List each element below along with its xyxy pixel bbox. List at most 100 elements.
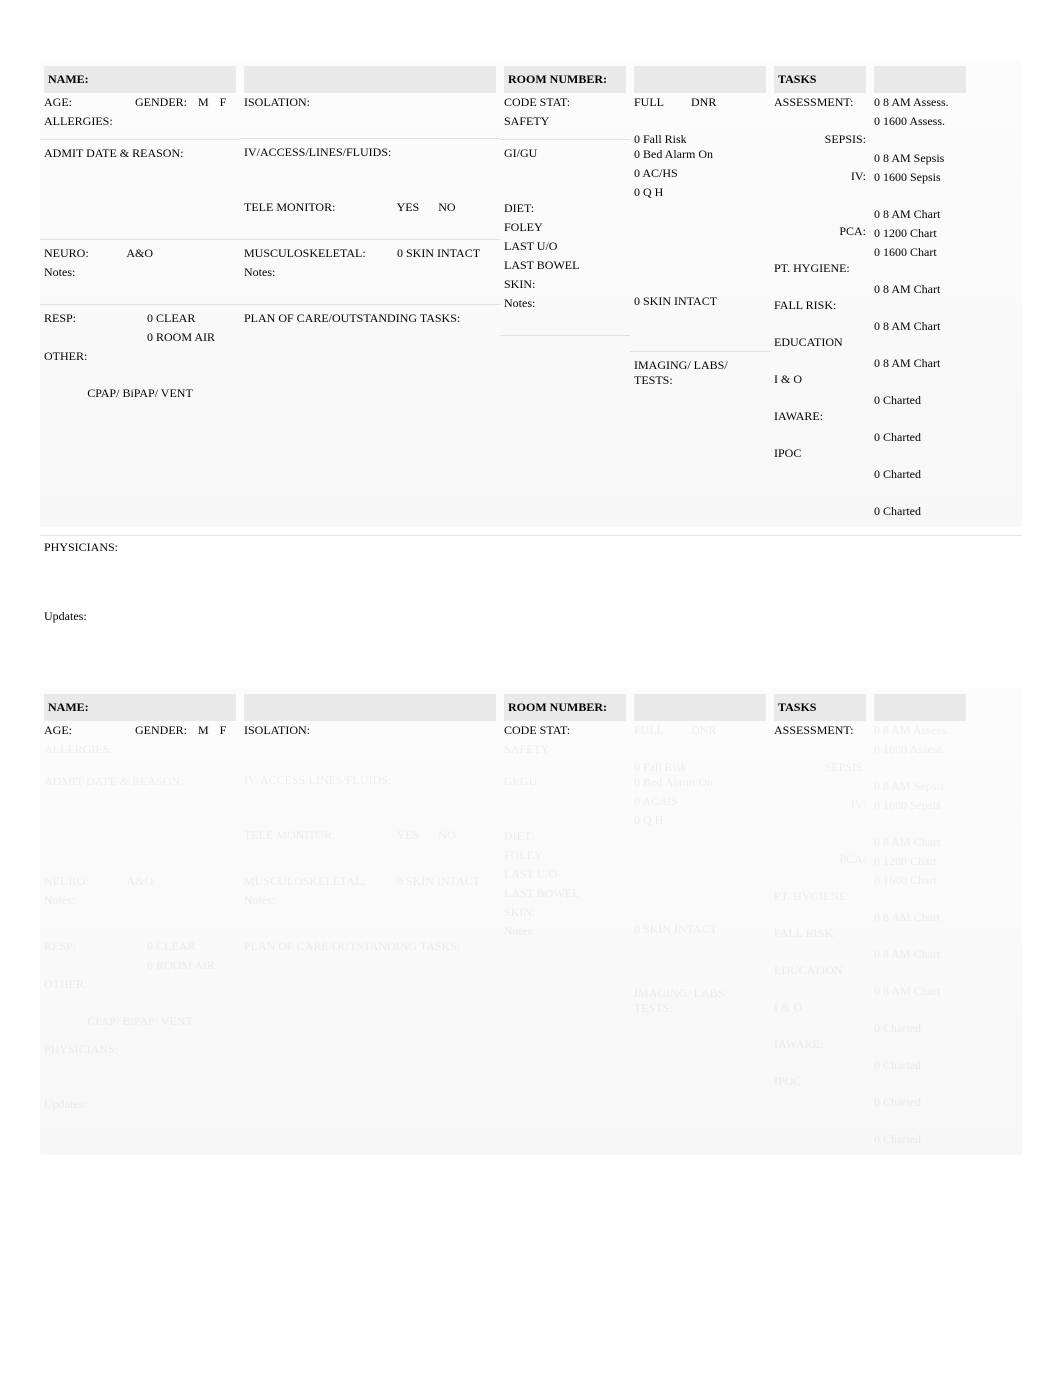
resp-clear-option[interactable]: 0 CLEAR [147, 311, 195, 325]
iv-task-label-2: IV: [774, 795, 866, 814]
admit-label: ADMIT DATE & REASON: [44, 144, 236, 163]
pca-8am[interactable]: 0 8 AM Chart [874, 280, 966, 299]
iv-1600[interactable]: 0 1600 Chart [874, 243, 966, 262]
ipoc-label: IPOC [774, 444, 866, 463]
neuro-value: A&O [126, 246, 153, 260]
pca-label-2: PCA: [774, 850, 866, 869]
admit-label-2: ADMIT DATE & REASON: [44, 772, 236, 791]
qh-option[interactable]: 0 Q H [634, 183, 766, 202]
safety-label: SAFETY [504, 112, 626, 131]
full-2: FULL [634, 723, 664, 737]
ipoc-charted[interactable]: 0 Charted [874, 502, 966, 521]
gigu-label: GI/GU [504, 144, 626, 163]
gender-m-option-2[interactable]: M [198, 723, 209, 737]
edu-2: 0 Charted [874, 1019, 966, 1038]
fallrisk-task-label-2: FALL RISK: [774, 924, 866, 943]
hyg8-2: 0 8 AM Chart [874, 945, 966, 964]
pca8-2: 0 8 AM Chart [874, 908, 966, 927]
iv-access-label: IV/ACCESS/LINES/FLUIDS: [244, 143, 496, 162]
skin-label-2: SKIN: [504, 903, 626, 922]
allergies-label-2: ALLERGIES: [44, 740, 236, 759]
io-charted[interactable]: 0 Charted [874, 428, 966, 447]
gender-m-option[interactable]: M [198, 95, 209, 109]
bedalarm-2: 0 Bed Alarm On [634, 773, 766, 792]
neuro-notes-2: Notes: [44, 891, 236, 910]
assess16-2: 0 1600 Assess. [874, 740, 966, 759]
code-full-option[interactable]: FULL [634, 95, 664, 109]
iaware-label-2: IAWARE: [774, 1035, 866, 1054]
tasks-header: TASKS [774, 66, 866, 93]
physicians-label-2: PHYSICIANS: [44, 1040, 236, 1059]
tele-yes-option[interactable]: YES [397, 200, 420, 214]
education-charted[interactable]: 0 Charted [874, 391, 966, 410]
iv-task-label: IV: [774, 167, 866, 186]
fall-risk-task-label: FALL RISK: [774, 296, 866, 315]
assess-8am[interactable]: 0 8 AM Assess. [874, 93, 966, 112]
diet-label-2: DIET: [504, 827, 626, 846]
patient-card-placeholder: NAME: AGE: GENDER: M F ALLERGIES: ADMIT … [40, 688, 1022, 1155]
physicians-label: PHYSICIANS: [44, 540, 1018, 555]
iaware-label: IAWARE: [774, 407, 866, 426]
io-label-2: I & O [774, 998, 866, 1017]
foley-label-2: FOLEY [504, 846, 626, 865]
resp-label-2: RESP: [44, 939, 144, 954]
tele-no-option[interactable]: NO [438, 200, 455, 214]
resp-roomair-option[interactable]: 0 ROOM AIR [147, 330, 215, 344]
assess-1600[interactable]: 0 1600 Assess. [874, 112, 966, 131]
patient-card: NAME: AGE: GENDER: M F ALLERGIES: ADMIT … [40, 60, 1022, 527]
code-dnr-option[interactable]: DNR [691, 95, 716, 109]
gender-f-option[interactable]: F [220, 95, 227, 109]
hygiene-8am[interactable]: 0 8 AM Chart [874, 317, 966, 336]
iaware-2: 0 Charted [874, 1093, 966, 1112]
gender-label-2: GENDER: [135, 723, 187, 737]
sepsis-1600[interactable]: 0 1600 Sepsis [874, 168, 966, 187]
age-label-2: AGE: [44, 723, 72, 737]
tele-yes-2: YES [397, 828, 420, 842]
last-bowel-label: LAST BOWEL [504, 256, 626, 275]
sepsis-label-2: SEPSIS: [774, 758, 866, 777]
iv12-2: 0 1200 Chart [874, 852, 966, 871]
education-label-2: EDUCATION [774, 961, 866, 980]
left-column: NAME: AGE: GENDER: M F ALLERGIES: ADMIT … [40, 60, 240, 527]
ipoc-2: 0 Charted [874, 1130, 966, 1149]
updates-row: Updates: [40, 605, 1022, 628]
skin-intact-2: 0 SKIN INTACT [634, 920, 766, 939]
gender-label: GENDER: [135, 95, 187, 109]
achs-option[interactable]: 0 AC/HS [634, 164, 766, 183]
gender-f-option-2[interactable]: F [220, 723, 227, 737]
skin-intact-option[interactable]: 0 SKIN INTACT [634, 292, 766, 311]
musculo-skin-intact[interactable]: 0 SKIN INTACT [397, 246, 480, 260]
neuro-value-2: A&O [126, 874, 153, 888]
iv-1200[interactable]: 0 1200 Chart [874, 224, 966, 243]
musculo-label: MUSCULOSKELETAL: [244, 246, 394, 261]
bed-alarm-option[interactable]: 0 Bed Alarm On [634, 145, 766, 164]
fallrisk-8am[interactable]: 0 8 AM Chart [874, 354, 966, 373]
achs-2: 0 AC/HS [634, 792, 766, 811]
tele-no-2: NO [438, 828, 455, 842]
io-2: 0 Charted [874, 1056, 966, 1075]
lastbowel-label-2: LAST BOWEL [504, 884, 626, 903]
age-label: AGE: [44, 95, 72, 109]
ipoc-label-2: IPOC [774, 1072, 866, 1091]
other-label: OTHER: [44, 347, 236, 366]
assessment-label-2: ASSESSMENT: [774, 721, 866, 740]
sepsis-8am[interactable]: 0 8 AM Sepsis [874, 149, 966, 168]
plan-of-care-label: PLAN OF CARE/OUTSTANDING TASKS: [244, 309, 496, 328]
gigu-label-2: GI/GU [504, 772, 626, 791]
dnr-2: DNR [691, 723, 716, 737]
diet-label: DIET: [504, 199, 626, 218]
cpap-label: CPAP/ BiPAP/ VENT [44, 384, 236, 403]
isolation-label-2: ISOLATION: [244, 721, 496, 740]
imaging-label-2: IMAGING/ LABS/ TESTS: [634, 984, 766, 1018]
iaware-charted[interactable]: 0 Charted [874, 465, 966, 484]
skin-notes-2: Notes: [504, 922, 626, 941]
assess8-2: 0 8 AM Assess. [874, 721, 966, 740]
iv-8am[interactable]: 0 8 AM Chart [874, 205, 966, 224]
tasks-label-column: TASKS ASSESSMENT: SEPSIS: IV: PCA: PT. H… [770, 60, 870, 527]
skin-notes-label: Notes: [504, 294, 626, 313]
cpap-label-2: CPAP/ BiPAP/ VENT [44, 1012, 236, 1031]
skin-label: SKIN: [504, 275, 626, 294]
physicians-row: PHYSICIANS: [40, 527, 1022, 595]
neuro-notes-label: Notes: [44, 263, 236, 282]
musculo-label-2: MUSCULOSKELETAL: [244, 874, 394, 889]
